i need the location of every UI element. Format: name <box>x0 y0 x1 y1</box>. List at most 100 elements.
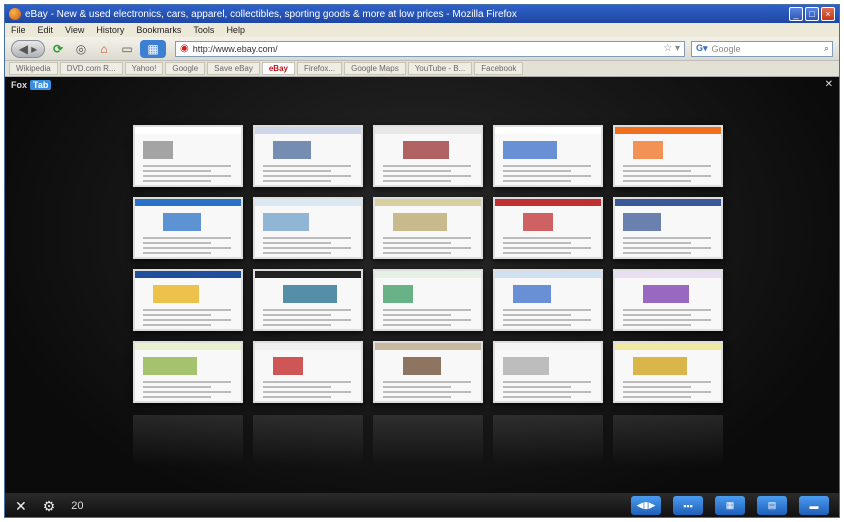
thumbnail-header <box>375 199 481 206</box>
tab-1[interactable]: DVD.com R... <box>59 62 123 75</box>
new-window-icon[interactable]: ▭ <box>117 40 137 58</box>
tab-thumbnail-youtube[interactable] <box>253 341 363 403</box>
tab-thumbnail-forum[interactable] <box>373 269 483 331</box>
tab-strip: Wikipedia DVD.com R... Yahoo! Google Save eB… <box>5 61 839 77</box>
thumbnail-text-line <box>143 391 231 393</box>
reload-icon[interactable]: ⟳ <box>48 40 68 58</box>
tab-8[interactable]: YouTube - B... <box>407 62 473 75</box>
thumbnail-text-line <box>623 180 691 182</box>
foxtab-bottom-bar: ✕ ⚙ 20 ◀▮▶ ▪▪▪ ▦ ▤ ▬ <box>5 493 839 517</box>
foxtab-name: Fox <box>11 80 28 90</box>
minimize-button[interactable]: _ <box>789 7 803 21</box>
tab-0[interactable]: Wikipedia <box>9 62 58 75</box>
tab-6[interactable]: Firefox... <box>296 62 343 75</box>
menu-tools[interactable]: Tools <box>193 25 214 35</box>
tab-thumbnail-map-site[interactable] <box>253 197 363 259</box>
thumbnail-text-line <box>383 324 451 326</box>
thumbnail-text-line <box>623 391 711 393</box>
tab-thumbnail-store[interactable] <box>133 341 243 403</box>
thumbnail-text-line <box>263 247 351 249</box>
thumbnail-text-line <box>143 396 211 398</box>
tab-thumbnail-wikipedia[interactable] <box>133 125 243 187</box>
maximize-button[interactable]: □ <box>805 7 819 21</box>
thumbnail-header <box>495 343 601 350</box>
menu-view[interactable]: View <box>65 25 84 35</box>
thumbnail-text-line <box>623 319 711 321</box>
layout-3d-grid-button[interactable]: ▤ <box>757 496 787 515</box>
layout-wall-button[interactable]: ▪▪▪ <box>673 496 703 515</box>
thumbnail-content-block <box>153 285 199 303</box>
tab-3[interactable]: Google <box>165 62 206 75</box>
menu-help[interactable]: Help <box>226 25 245 35</box>
thumbnail-text-line <box>383 165 471 167</box>
thumbnail-header <box>135 127 241 134</box>
layout-grid-button[interactable]: ▦ <box>715 496 745 515</box>
thumbnail-text-line <box>143 381 231 383</box>
tab-9[interactable]: Facebook <box>474 62 524 75</box>
back-forward-button[interactable]: ◀ ▸ <box>11 39 45 58</box>
reflection-tile <box>373 415 483 467</box>
reflection-tile <box>493 415 603 467</box>
thumbnail-text-line <box>503 324 571 326</box>
tab-5[interactable]: eBay <box>261 62 295 75</box>
tab-thumbnail-windows[interactable] <box>133 197 243 259</box>
thumbnail-text-line <box>263 180 331 182</box>
tab-thumbnail-grid <box>133 125 723 403</box>
tab-thumbnail-dvd[interactable] <box>613 341 723 403</box>
thumbnail-header <box>135 343 241 350</box>
tab-2[interactable]: Yahoo! <box>124 62 164 75</box>
fullscreen-icon[interactable]: ✕ <box>15 498 27 515</box>
tab-thumbnail-blog[interactable] <box>373 125 483 187</box>
thumbnail-text-line <box>143 170 211 172</box>
tab-thumbnail-maps[interactable] <box>373 197 483 259</box>
thumbnail-text-line <box>503 237 591 239</box>
menu-edit[interactable]: Edit <box>38 25 54 35</box>
thumbnail-content-block <box>393 213 447 231</box>
thumbnail-text-line <box>383 391 471 393</box>
tab-thumbnail-facebook[interactable] <box>613 197 723 259</box>
tab-thumbnail-media[interactable] <box>253 269 363 331</box>
thumbnail-text-line <box>623 396 691 398</box>
stop-icon[interactable]: ◎ <box>71 40 91 58</box>
title-bar: eBay - New & used electronics, cars, app… <box>5 5 839 23</box>
thumbnail-content-block <box>163 213 201 231</box>
menu-bar: File Edit View History Bookmarks Tools H… <box>5 23 839 37</box>
thumbnail-text-line <box>263 391 351 393</box>
search-input[interactable]: G▾ Google ⌕ <box>691 40 833 57</box>
tab-thumbnail-login[interactable] <box>493 341 603 403</box>
tab-thumbnail-shop[interactable] <box>493 197 603 259</box>
menu-file[interactable]: File <box>11 25 26 35</box>
thumbnail-content-block <box>263 213 309 231</box>
tab-thumbnail-news[interactable] <box>253 125 363 187</box>
close-foxtab-icon[interactable]: ✕ <box>825 79 833 90</box>
thumbnail-text-line <box>143 165 231 167</box>
thumbnail-text-line <box>623 170 691 172</box>
thumbnail-text-line <box>383 386 451 388</box>
menu-bookmarks[interactable]: Bookmarks <box>136 25 181 35</box>
thumbnail-text-line <box>623 237 711 239</box>
tab-thumbnail-firefox[interactable] <box>613 125 723 187</box>
address-bar[interactable]: ◉ http://www.ebay.com/ ☆ ▾ <box>175 40 685 57</box>
thumbnail-text-line <box>143 237 231 239</box>
thumbnail-text-line <box>143 180 211 182</box>
reflection-tile <box>133 415 243 467</box>
google-icon[interactable]: G▾ <box>696 43 708 54</box>
tab-thumbnail-google[interactable] <box>493 125 603 187</box>
menu-history[interactable]: History <box>96 25 124 35</box>
tab-thumbnail-portal[interactable] <box>493 269 603 331</box>
tab-7[interactable]: Google Maps <box>344 62 406 75</box>
tab-thumbnail-yahoo[interactable] <box>613 269 723 331</box>
gear-icon[interactable]: ⚙ <box>43 498 56 515</box>
thumbnail-text-line <box>623 381 711 383</box>
close-button[interactable]: × <box>821 7 835 21</box>
tab-thumbnail-ebay[interactable] <box>133 269 243 331</box>
bookmark-star-icon[interactable]: ☆ ▾ <box>663 43 680 54</box>
tab-4[interactable]: Save eBay <box>207 62 260 75</box>
tab-thumbnail-photo[interactable] <box>373 341 483 403</box>
layout-carousel-button[interactable]: ◀▮▶ <box>631 496 661 515</box>
home-icon[interactable]: ⌂ <box>94 40 114 58</box>
foxtab-toolbar-button[interactable]: ▦ <box>140 39 166 58</box>
search-icon[interactable]: ⌕ <box>824 43 829 54</box>
thumbnail-header <box>615 127 721 134</box>
layout-stack-button[interactable]: ▬ <box>799 496 829 515</box>
